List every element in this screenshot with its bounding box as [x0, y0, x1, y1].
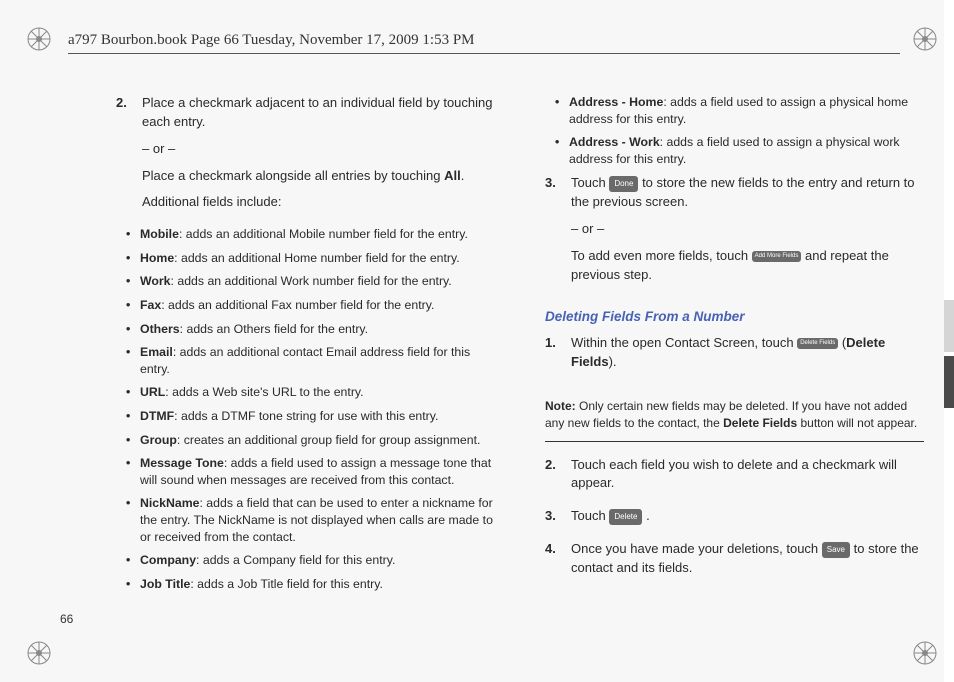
list-item: Home: adds an additional Home number fie… [126, 250, 495, 267]
list-item: Group: creates an additional group field… [126, 432, 495, 449]
step-text: Touch each field you wish to delete and … [571, 456, 924, 494]
list-item: Email: adds an additional contact Email … [126, 344, 495, 377]
list-item: Others: adds an Others field for the ent… [126, 321, 495, 338]
page-number: 66 [60, 612, 73, 626]
edge-tabs [944, 0, 954, 682]
delete-step-4: 4. Once you have made your deletions, to… [545, 540, 924, 586]
save-button-icon: Save [822, 542, 850, 558]
list-item: Job Title: adds a Job Title field for th… [126, 576, 495, 593]
delete-step-2: 2. Touch each field you wish to delete a… [545, 456, 924, 502]
step-or: – or – [571, 220, 924, 239]
corner-ornament-icon [908, 22, 942, 56]
page-header: a797 Bourbon.book Page 66 Tuesday, Novem… [68, 32, 900, 54]
list-item: DTMF: adds a DTMF tone string for use wi… [126, 408, 495, 425]
note-block: Note: Only certain new fields may be del… [545, 390, 924, 442]
step-number: 3. [545, 507, 571, 534]
section-heading: Deleting Fields From a Number [545, 307, 924, 327]
step-text: Touch Done to store the new fields to th… [571, 174, 924, 212]
step-or: – or – [142, 140, 495, 159]
step-number: 1. [545, 334, 571, 380]
step-number: 4. [545, 540, 571, 586]
list-item: Message Tone: adds a field used to assig… [126, 455, 495, 488]
step-3: 3. Touch Done to store the new fields to… [545, 174, 924, 292]
step-text: Within the open Contact Screen, touch De… [571, 334, 924, 372]
step-text: Once you have made your deletions, touch… [571, 540, 924, 578]
list-item: Fax: adds an additional Fax number field… [126, 297, 495, 314]
list-item: NickName: adds a field that can be used … [126, 495, 495, 545]
list-item: Company: adds a Company field for this e… [126, 552, 495, 569]
done-button-icon: Done [609, 176, 638, 192]
page-body: 2. Place a checkmark adjacent to an indi… [116, 94, 924, 642]
left-column: 2. Place a checkmark adjacent to an indi… [116, 94, 501, 642]
list-item: URL: adds a Web site's URL to the entry. [126, 384, 495, 401]
step-number: 2. [545, 456, 571, 502]
corner-ornament-icon [22, 636, 56, 670]
corner-ornament-icon [22, 22, 56, 56]
list-item: Work: adds an additional Work number fie… [126, 273, 495, 290]
step-number: 3. [545, 174, 571, 292]
right-column: Address - Home: adds a field used to ass… [539, 94, 924, 642]
step-text: Place a checkmark alongside all entries … [142, 167, 495, 186]
delete-step-3: 3. Touch Delete . [545, 507, 924, 534]
add-more-fields-button-icon: Add More Fields [752, 251, 802, 262]
list-item: Address - Work: adds a field used to ass… [555, 134, 924, 167]
additional-fields-list-continued: Address - Home: adds a field used to ass… [555, 94, 924, 167]
list-item: Address - Home: adds a field used to ass… [555, 94, 924, 127]
edge-tab [944, 300, 954, 352]
note-label: Note: [545, 399, 579, 413]
step-text: Additional fields include: [142, 193, 495, 212]
step-number: 2. [116, 94, 142, 220]
delete-button-icon: Delete [609, 509, 642, 525]
step-2: 2. Place a checkmark adjacent to an indi… [116, 94, 495, 220]
additional-fields-list: Mobile: adds an additional Mobile number… [126, 226, 495, 592]
list-item: Mobile: adds an additional Mobile number… [126, 226, 495, 243]
delete-step-1: 1. Within the open Contact Screen, touch… [545, 334, 924, 380]
step-text: To add even more fields, touch Add More … [571, 247, 924, 285]
delete-fields-button-icon: Delete Fields [797, 338, 838, 349]
step-text: Place a checkmark adjacent to an individ… [142, 94, 495, 132]
step-text: Touch Delete . [571, 507, 924, 526]
edge-tab-active [944, 356, 954, 408]
